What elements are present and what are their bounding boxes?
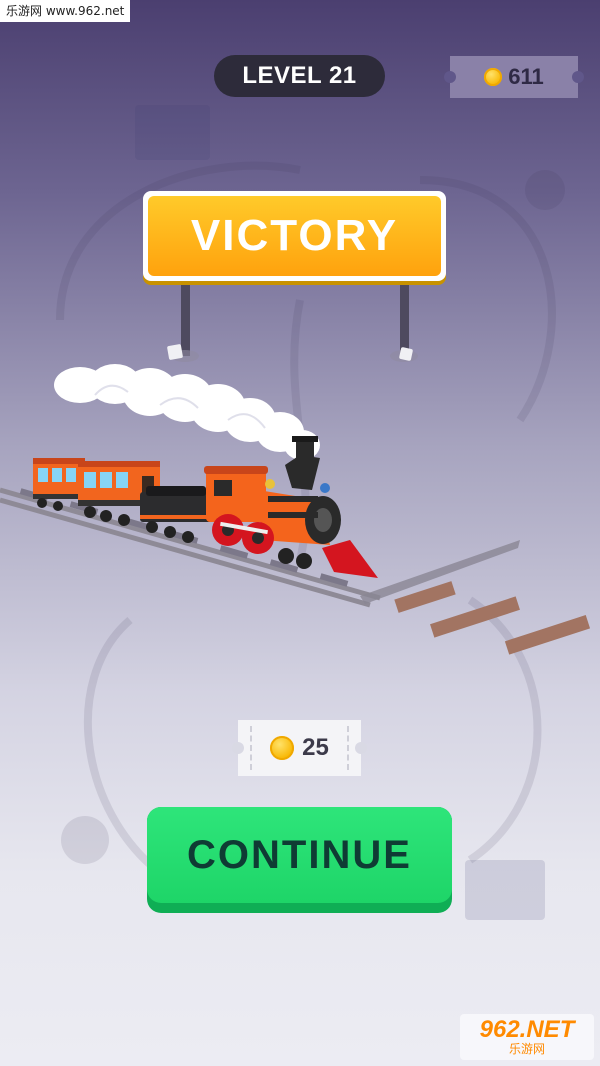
reward-ticket: 25 bbox=[232, 720, 367, 776]
coin-icon bbox=[270, 736, 295, 760]
ticket-perforation-left bbox=[250, 726, 252, 770]
continue-label[interactable]: CONTINUE bbox=[147, 807, 452, 903]
watermark-sub: 乐游网 bbox=[508, 1042, 545, 1056]
ticket-notch-right bbox=[355, 742, 367, 754]
ticket-perforation-right bbox=[347, 726, 349, 770]
rail-ties bbox=[394, 581, 591, 655]
continue-button[interactable]: CONTINUE bbox=[147, 807, 452, 913]
watermark-brand: 962.NET bbox=[479, 1016, 575, 1043]
smoke-cloud-icon bbox=[54, 364, 320, 460]
ticket-notch-left bbox=[232, 742, 244, 754]
reward-coins: 25 bbox=[302, 734, 329, 761]
watermark-bottom: 962.NET 乐游网 bbox=[460, 1014, 594, 1060]
